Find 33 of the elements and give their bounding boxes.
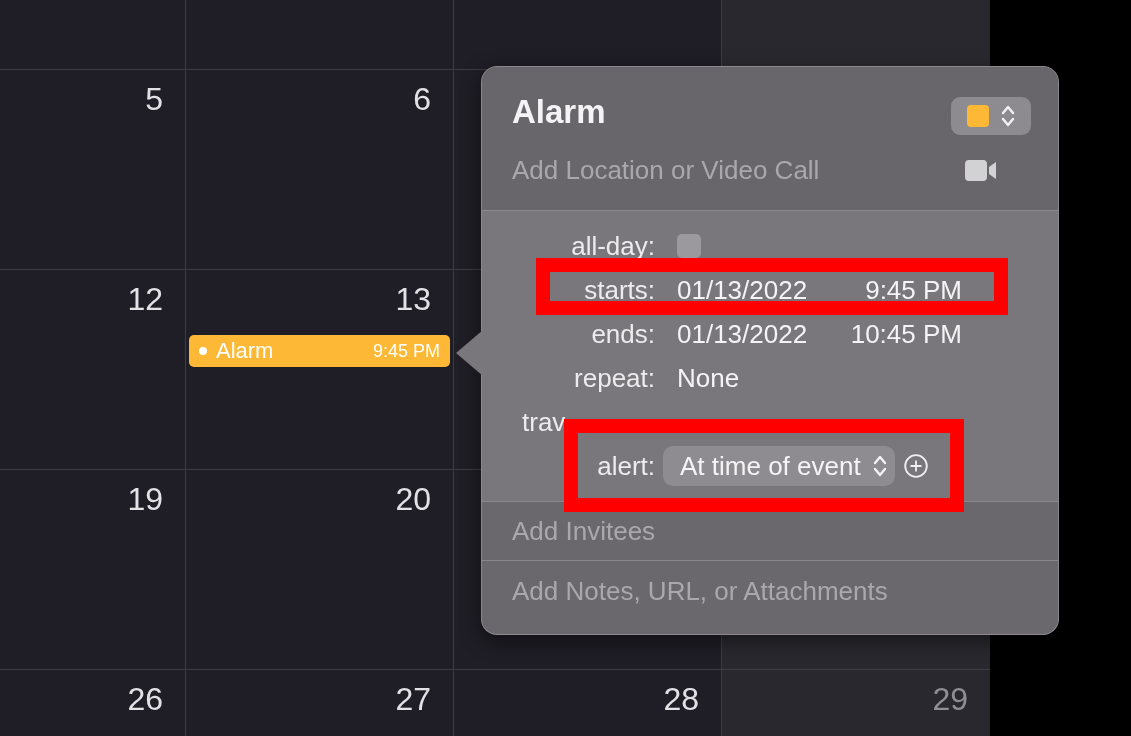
date-value[interactable]: 01/13/2022 — [677, 274, 808, 306]
field-value: None — [677, 362, 740, 394]
day-number: 27 — [395, 681, 431, 717]
day-number: 13 — [395, 281, 431, 317]
date-value[interactable]: 01/13/2022 — [677, 318, 808, 350]
field-label: alert: — [596, 450, 655, 482]
notes-field[interactable]: Add Notes, URL, or Attachments — [512, 576, 1028, 607]
field-label: starts: — [583, 274, 655, 306]
day-number: 12 — [127, 281, 163, 317]
day-number: 26 — [127, 681, 163, 717]
invitees-field[interactable]: Add Invitees — [512, 515, 1028, 547]
time-value[interactable]: 9:45 PM — [865, 274, 962, 306]
day-number: 6 — [413, 81, 431, 117]
field-label: trav — [521, 406, 567, 438]
day-number: 20 — [395, 481, 431, 517]
field-label: repeat: — [573, 362, 655, 394]
time-value[interactable]: 10:45 PM — [850, 318, 962, 350]
event-dot-icon — [199, 347, 207, 355]
field-label: ends: — [590, 318, 655, 350]
all-day-checkbox[interactable] — [677, 234, 701, 258]
chevrons-up-down-icon — [872, 453, 887, 479]
day-number: 28 — [663, 681, 699, 717]
location-field[interactable]: Add Location or Video Call — [512, 154, 965, 186]
day-number: 5 — [145, 81, 163, 117]
day-number: 19 — [127, 481, 163, 517]
alert-popup-button[interactable]: At time of event — [663, 446, 895, 486]
chevrons-up-down-icon — [1001, 103, 1015, 129]
plus-circle-icon[interactable] — [903, 454, 928, 478]
event-title: Alarm — [512, 97, 606, 127]
field-label: all-day: — [570, 230, 655, 262]
calendar-picker-button[interactable] — [951, 97, 1031, 135]
day-number: 29 — [932, 681, 968, 717]
video-camera-icon[interactable] — [965, 159, 997, 181]
